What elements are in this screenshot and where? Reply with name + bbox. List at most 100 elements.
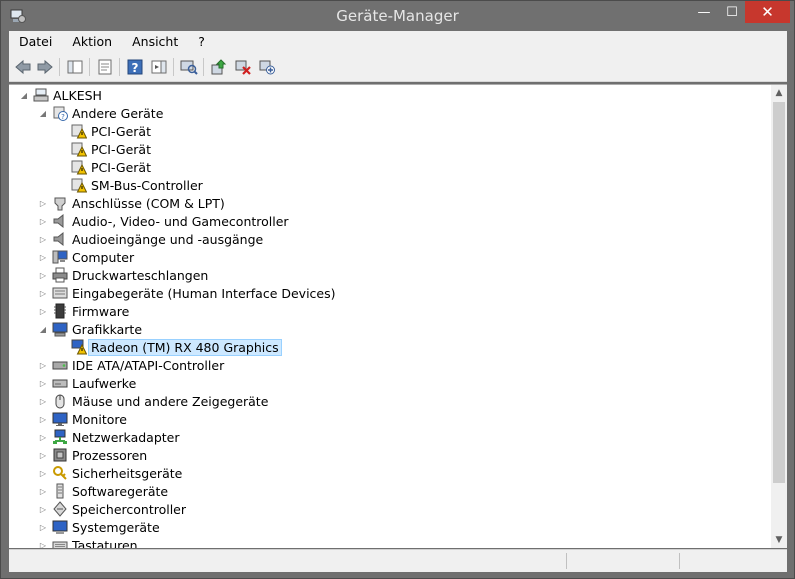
tree-device-pci-3[interactable]: PCI-Gerät	[71, 158, 151, 176]
status-separator	[679, 553, 680, 569]
tree-root-label: ALKESH	[53, 87, 102, 103]
tree-category-eingabegeraete[interactable]: ▷ Eingabegeräte (Human Interface Devices…	[38, 284, 336, 302]
tree-device-pci-1[interactable]: PCI-Gerät	[71, 122, 151, 140]
back-icon[interactable]	[13, 57, 33, 77]
tree-category-netzwerkadapter[interactable]: ▷ Netzwerkadapter	[38, 428, 180, 446]
forward-icon[interactable]	[35, 57, 55, 77]
tree-device-pci-2[interactable]: PCI-Gerät	[71, 140, 151, 158]
tree-label: Softwaregeräte	[72, 483, 169, 499]
tree-device-smbus[interactable]: SM-Bus-Controller	[71, 176, 203, 194]
collapse-toggle-icon[interactable]: ◢	[38, 320, 48, 338]
expand-toggle-icon[interactable]: ▷	[38, 248, 48, 266]
tree-category-prozessoren[interactable]: ▷ Prozessoren	[38, 446, 147, 464]
tree-category-anschluesse[interactable]: ▷ Anschlüsse (COM & LPT)	[38, 194, 225, 212]
tree-root[interactable]: ◢ ALKESH	[19, 86, 102, 104]
expand-toggle-icon[interactable]: ▷	[38, 302, 48, 320]
expand-toggle-icon[interactable]: ▷	[38, 410, 48, 428]
warning-device-icon	[71, 160, 87, 175]
monitor-icon	[52, 412, 68, 426]
toolbar: ?	[9, 53, 787, 82]
expand-toggle-icon[interactable]: ▷	[38, 374, 48, 392]
tree-category-softwaregeraete[interactable]: ▷ Softwaregeräte	[38, 482, 168, 500]
action-pane-icon[interactable]	[149, 57, 169, 77]
tree-category-druckwarteschlangen[interactable]: ▷ Druckwarteschlangen	[38, 266, 208, 284]
tree-category-maeuse[interactable]: ▷ Mäuse und andere Zeigegeräte	[38, 392, 268, 410]
toolbar-separator	[59, 58, 60, 76]
tree-label: Speichercontroller	[72, 501, 187, 517]
tree-category-laufwerke[interactable]: ▷ Laufwerke	[38, 374, 136, 392]
minimize-button[interactable]: —	[689, 1, 719, 23]
tree-category-audio-io[interactable]: ▷ Audioeingänge und -ausgänge	[38, 230, 263, 248]
tree-category-firmware[interactable]: ▷ Firmware	[38, 302, 129, 320]
expand-toggle-icon[interactable]: ▷	[38, 482, 48, 500]
tree-label: Prozessoren	[72, 447, 148, 463]
expand-toggle-icon[interactable]: ▷	[38, 284, 48, 302]
tree-label: Andere Geräte	[72, 105, 164, 121]
scrollbar-thumb[interactable]	[773, 102, 785, 483]
system-icon	[52, 520, 68, 534]
expand-toggle-icon[interactable]: ▷	[38, 464, 48, 482]
menu-help[interactable]: ?	[188, 31, 215, 53]
device-manager-window: Geräte-Manager — ☐ ✕ Datei Aktion Ansich…	[0, 0, 795, 579]
scan-hardware-icon[interactable]	[179, 57, 199, 77]
expand-toggle-icon[interactable]: ▷	[38, 356, 48, 374]
expand-toggle-icon[interactable]: ▷	[38, 446, 48, 464]
expand-toggle-icon[interactable]: ▷	[38, 536, 48, 549]
tree-category-speichercontroller[interactable]: ▷ Speichercontroller	[38, 500, 186, 518]
close-button[interactable]: ✕	[745, 1, 790, 23]
expand-toggle-icon[interactable]: ▷	[38, 500, 48, 518]
warning-device-icon	[71, 142, 87, 157]
tree-device-radeon[interactable]: Radeon (TM) RX 480 Graphics	[71, 338, 282, 356]
scroll-down-icon[interactable]: ▼	[771, 532, 787, 548]
uninstall-device-icon[interactable]	[233, 57, 253, 77]
collapse-toggle-icon[interactable]: ◢	[19, 86, 29, 104]
tree-label: PCI-Gerät	[91, 141, 151, 157]
menu-action[interactable]: Aktion	[62, 31, 122, 53]
warning-display-icon	[71, 339, 87, 355]
tree-category-systemgeraete[interactable]: ▷ Systemgeräte	[38, 518, 160, 536]
title-bar[interactable]: Geräte-Manager — ☐ ✕	[1, 1, 794, 31]
toolbar-separator	[173, 58, 174, 76]
scroll-up-icon[interactable]: ▲	[771, 85, 787, 101]
hid-icon	[52, 287, 68, 299]
expand-toggle-icon[interactable]: ▷	[38, 266, 48, 284]
tree-label: Mäuse und andere Zeigegeräte	[72, 393, 269, 409]
window-title: Geräte-Manager	[336, 7, 459, 25]
toolbar-separator	[119, 58, 120, 76]
tree-category-andere-geraete[interactable]: ◢ ? Andere Geräte	[38, 104, 163, 122]
tree-category-ide[interactable]: ▷ IDE ATA/ATAPI-Controller	[38, 356, 224, 374]
tree-label: Druckwarteschlangen	[72, 267, 209, 283]
tree-label: Tastaturen	[72, 537, 138, 549]
menu-view[interactable]: Ansicht	[122, 31, 188, 53]
tree-category-computer[interactable]: ▷ Computer	[38, 248, 134, 266]
software-device-icon	[56, 483, 64, 499]
menu-file[interactable]: Datei	[9, 31, 62, 53]
expand-toggle-icon[interactable]: ▷	[38, 230, 48, 248]
tree-category-audio-video[interactable]: ▷ Audio-, Video- und Gamecontroller	[38, 212, 289, 230]
expand-toggle-icon[interactable]: ▷	[38, 212, 48, 230]
printer-icon	[52, 267, 68, 283]
properties-icon[interactable]	[95, 57, 115, 77]
update-driver-icon[interactable]	[209, 57, 229, 77]
expand-toggle-icon[interactable]: ▷	[38, 392, 48, 410]
device-tree-pane: ◢ ALKESH ◢ ? Andere Geräte PCI-Gerät PCI…	[9, 84, 787, 548]
help-icon[interactable]: ?	[125, 57, 145, 77]
maximize-button[interactable]: ☐	[719, 1, 745, 23]
tree-category-grafikkarte[interactable]: ◢ Grafikkarte	[38, 320, 142, 338]
expand-toggle-icon[interactable]: ▷	[38, 518, 48, 536]
keyboard-icon	[52, 541, 68, 548]
tree-category-sicherheitsgeraete[interactable]: ▷ Sicherheitsgeräte	[38, 464, 182, 482]
tree-label: IDE ATA/ATAPI-Controller	[72, 357, 225, 373]
add-legacy-hardware-icon[interactable]	[257, 57, 277, 77]
tree-label: Audio-, Video- und Gamecontroller	[72, 213, 289, 229]
tree-category-tastaturen[interactable]: ▷ Tastaturen	[38, 536, 138, 548]
collapse-toggle-icon[interactable]: ◢	[38, 104, 48, 122]
show-hide-tree-icon[interactable]	[65, 57, 85, 77]
tree-category-monitore[interactable]: ▷ Monitore	[38, 410, 127, 428]
speaker-icon	[53, 213, 64, 229]
warning-device-icon	[71, 178, 87, 193]
warning-device-icon	[71, 124, 87, 139]
expand-toggle-icon[interactable]: ▷	[38, 428, 48, 446]
vertical-scrollbar[interactable]: ▲ ▼	[771, 85, 787, 548]
expand-toggle-icon[interactable]: ▷	[38, 194, 48, 212]
